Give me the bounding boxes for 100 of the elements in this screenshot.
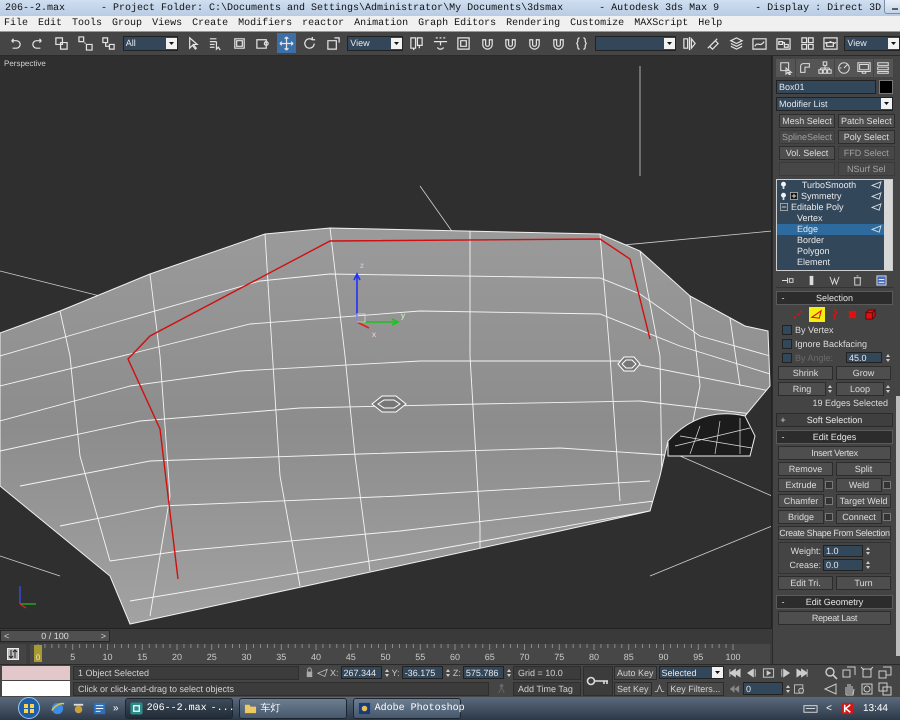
panel-button[interactable]: Remove <box>778 462 833 476</box>
set-key-button[interactable] <box>583 666 613 696</box>
panel-button[interactable]: Loop <box>836 382 884 396</box>
play-icon[interactable] <box>762 668 775 678</box>
menu-item[interactable]: Tools <box>72 18 102 30</box>
time-slider[interactable]: < 0 / 100 > <box>0 628 772 644</box>
configure-sets-icon[interactable] <box>874 274 888 286</box>
browser-icon[interactable] <box>50 700 65 716</box>
clock[interactable]: 13:44 <box>862 702 888 714</box>
stack-sub-item[interactable]: Vertex <box>777 212 884 224</box>
stack-sub-item[interactable]: Edge <box>777 224 884 235</box>
menu-item[interactable]: Help <box>698 18 722 30</box>
menu-item[interactable]: Modifiers <box>238 18 292 30</box>
y-coordinate-field[interactable]: -36.175 <box>402 666 443 680</box>
spinner-arrows[interactable] <box>785 682 791 695</box>
light-bulb-icon[interactable] <box>780 192 787 201</box>
panel-button[interactable]: Chamfer <box>778 494 824 508</box>
previous-frame-icon[interactable] <box>745 668 758 678</box>
checkbox-label[interactable]: Ignore Backfacing <box>795 338 868 349</box>
panel-button[interactable]: Turn <box>836 576 891 590</box>
taskbar-button[interactable]: 车灯 <box>238 698 347 719</box>
panel-button[interactable]: Bridge <box>778 510 824 524</box>
zoom-all-icon[interactable] <box>842 666 856 680</box>
menu-item[interactable]: Animation <box>354 18 408 30</box>
viewport[interactable]: Perspective z y x <box>0 56 772 628</box>
modify-tab[interactable] <box>796 58 815 77</box>
panel-button[interactable]: Edit Tri. <box>778 576 833 590</box>
make-unique-icon[interactable] <box>828 274 841 286</box>
modifier-stack[interactable]: TurboSmooth Symmetry Editable Poly Vertex Edge Border Polygon Element <box>776 178 893 271</box>
rollout-header[interactable]: - Edit Edges <box>776 430 893 444</box>
hierarchy-tab[interactable] <box>815 58 834 77</box>
rollout-header[interactable]: - Edit Geometry <box>776 594 893 609</box>
zoom-extents-all-icon[interactable] <box>878 666 892 680</box>
pinned-app-icon[interactable] <box>92 700 107 716</box>
panel-button[interactable]: Grow <box>836 366 891 380</box>
spinner-arrows[interactable] <box>506 666 512 679</box>
zoom-extents-icon[interactable] <box>860 666 874 680</box>
spinner-arrows[interactable] <box>865 558 871 571</box>
utilities-tab[interactable] <box>874 58 893 77</box>
panel-button[interactable]: Weld <box>836 478 882 492</box>
menu-item[interactable]: Create <box>192 18 228 30</box>
object-name-field[interactable]: Box01 <box>776 80 876 94</box>
current-frame-field[interactable]: 0 <box>743 682 783 696</box>
zoom-icon[interactable] <box>824 666 838 680</box>
menu-item[interactable]: Customize <box>570 18 624 30</box>
stack-item[interactable]: TurboSmooth <box>777 180 884 191</box>
key-mode-dropdown[interactable]: Selected <box>658 666 724 680</box>
rollout-title[interactable]: Selection <box>789 292 892 303</box>
go-to-start-icon[interactable] <box>728 668 741 678</box>
checkbox-label[interactable]: By Vertex <box>795 324 834 335</box>
time-slider-thumb[interactable]: < 0 / 100 > <box>0 630 110 642</box>
panel-button[interactable]: Ring <box>778 382 826 396</box>
go-to-end-icon[interactable] <box>796 668 809 678</box>
checkbox[interactable] <box>782 324 792 335</box>
menu-item[interactable]: Rendering <box>506 18 560 30</box>
rollout-header[interactable]: + Soft Selection <box>776 412 893 427</box>
rollout-title[interactable]: Edit Edges <box>789 432 892 442</box>
stack-sub-item[interactable]: Polygon <box>777 246 884 257</box>
scrollbar[interactable] <box>884 180 892 270</box>
stack-sub-item[interactable]: Element <box>777 256 884 268</box>
rollout-toggle[interactable]: + <box>777 414 789 425</box>
add-time-tag[interactable]: Add Time Tag <box>513 682 581 696</box>
rollout-toggle[interactable]: - <box>777 596 789 607</box>
expand-toggle-icon[interactable] <box>780 203 788 212</box>
display-tab[interactable] <box>854 58 874 77</box>
dropdown[interactable]: All <box>122 36 178 51</box>
modifier-button[interactable]: Mesh Select <box>779 114 836 128</box>
panel-button[interactable]: Connect <box>836 510 882 524</box>
z-coordinate-field[interactable]: 575.786 <box>462 666 504 680</box>
stack-item[interactable]: Symmetry <box>777 190 884 202</box>
key-filters-button[interactable]: Key Filters... <box>666 682 724 696</box>
checkbox[interactable] <box>782 338 792 349</box>
settings-button[interactable] <box>883 480 891 489</box>
light-bulb-icon[interactable] <box>780 180 787 190</box>
rollout-toggle[interactable]: - <box>777 292 789 303</box>
stack-item[interactable]: Editable Poly <box>777 202 884 213</box>
modifier-button[interactable]: Poly Select <box>838 130 895 144</box>
lock-icon[interactable] <box>304 667 315 678</box>
x-coordinate-field[interactable]: 267.344 <box>340 666 382 680</box>
rollout-title[interactable]: Edit Geometry <box>789 596 892 607</box>
panel-button[interactable]: Extrude <box>778 478 824 492</box>
spinner-arrows[interactable] <box>827 382 833 395</box>
auto-key-button[interactable]: Auto Key <box>614 666 657 680</box>
next-frame-icon[interactable] <box>779 668 792 678</box>
menu-item[interactable]: Graph Editors <box>418 18 496 30</box>
panel-button[interactable]: Target Weld <box>836 494 891 508</box>
rollout-header[interactable]: - Selection <box>776 290 893 305</box>
move-button[interactable] <box>276 33 296 54</box>
menu-item[interactable]: reactor <box>302 18 344 30</box>
spinner-arrows[interactable] <box>885 382 891 395</box>
spinner-arrows[interactable] <box>444 666 451 679</box>
spinner-field[interactable]: 1.0 <box>823 544 863 557</box>
listener-field[interactable] <box>2 666 70 680</box>
dropdown[interactable] <box>595 36 676 51</box>
quick-launch-overflow[interactable]: » <box>113 702 119 714</box>
modifier-button[interactable]: Patch Select <box>838 114 895 128</box>
modifier-list-dropdown[interactable]: Modifier List <box>776 96 893 111</box>
modifier-button[interactable]: Vol. Select <box>779 146 836 160</box>
viewport-label[interactable]: Perspective <box>4 58 46 68</box>
spinner-arrows[interactable] <box>384 666 390 679</box>
